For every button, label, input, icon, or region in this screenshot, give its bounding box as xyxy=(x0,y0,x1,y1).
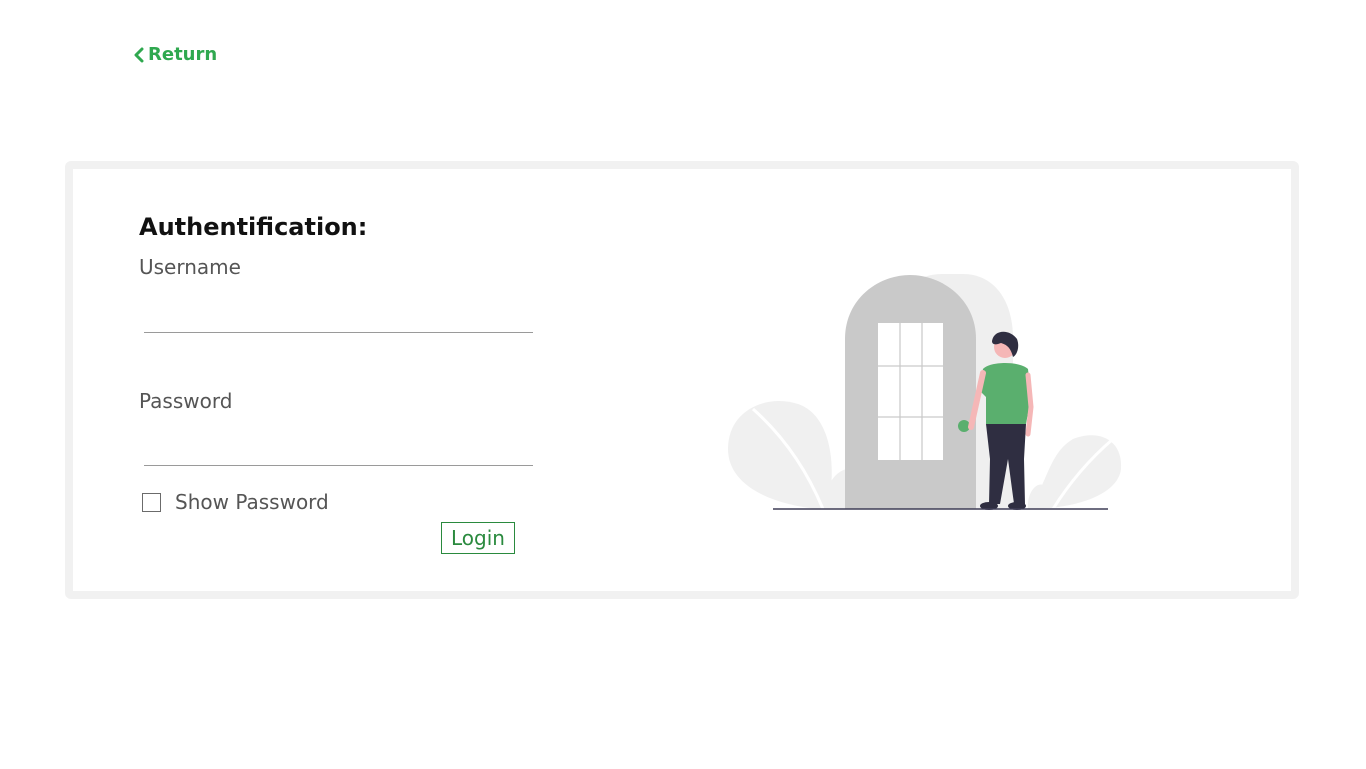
return-label: Return xyxy=(148,44,218,65)
password-label: Password xyxy=(139,389,233,413)
form-title: Authentification: xyxy=(139,213,368,241)
show-password-checkbox[interactable] xyxy=(142,492,161,512)
show-password-label[interactable]: Show Password xyxy=(175,490,329,514)
username-label: Username xyxy=(139,255,241,279)
login-button[interactable]: Login xyxy=(441,522,515,554)
auth-card: Authentification: Username Password Show… xyxy=(65,161,1299,599)
username-input[interactable] xyxy=(144,299,533,333)
show-password-row: Show Password xyxy=(142,490,329,514)
return-link[interactable]: Return xyxy=(133,44,217,65)
chevron-left-icon xyxy=(134,47,144,62)
person-at-door-illustration xyxy=(728,274,1122,510)
password-input[interactable] xyxy=(144,432,533,466)
